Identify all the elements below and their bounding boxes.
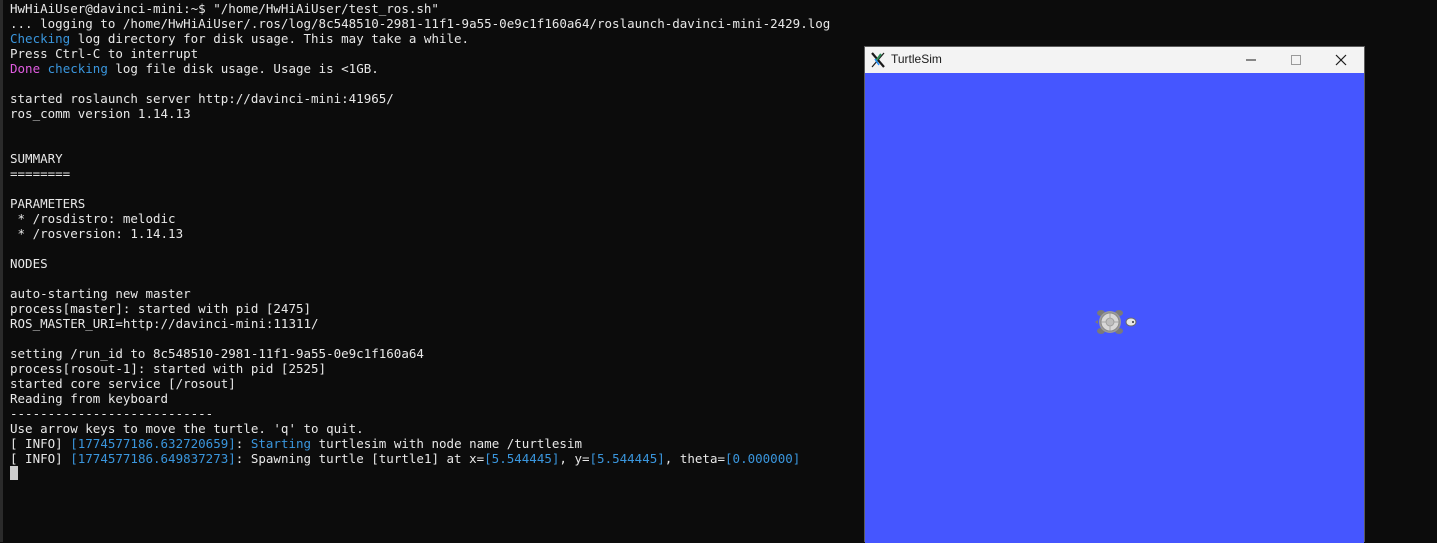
- terminal-text-segment: [1774577186.632720659]: [70, 436, 236, 451]
- terminal-line: process[rosout-1]: started with pid [252…: [10, 361, 830, 376]
- terminal-text-segment: ========: [10, 166, 71, 181]
- minimize-button[interactable]: [1228, 47, 1274, 73]
- terminal-line: PARAMETERS: [10, 196, 830, 211]
- terminal-text-segment: Done: [10, 61, 41, 76]
- terminal-line: started roslaunch server http://davinci-…: [10, 91, 830, 106]
- terminal-line: SUMMARY: [10, 151, 830, 166]
- x-logo-icon: [871, 52, 885, 68]
- terminal-text-segment: :: [235, 436, 251, 451]
- close-button[interactable]: [1318, 47, 1364, 73]
- terminal-output: HwHiAiUser@davinci-mini:~$ "/home/HwHiAi…: [10, 1, 830, 481]
- terminal-text-segment: started roslaunch server http://davinci-…: [10, 91, 394, 106]
- terminal-line: HwHiAiUser@davinci-mini:~$ "/home/HwHiAi…: [10, 1, 830, 16]
- terminal-text-segment: turtlesim with node name /turtlesim: [311, 436, 583, 451]
- terminal-text-segment: [1774577186.649837273]: [70, 451, 236, 466]
- terminal-line: ROS_MASTER_URI=http://davinci-mini:11311…: [10, 316, 830, 331]
- terminal-cursor-line: [10, 466, 830, 481]
- terminal-cursor: [10, 466, 18, 480]
- terminal-text-segment: ... logging to /home/HwHiAiUser/.ros/log…: [10, 16, 831, 31]
- terminal-text-segment: [0.000000]: [725, 451, 801, 466]
- terminal-text-segment: [ INFO]: [10, 436, 71, 451]
- terminal-text-segment: auto-starting new master: [10, 286, 191, 301]
- terminal-text-segment: Reading from keyboard: [10, 391, 169, 406]
- terminal-line: * /rosversion: 1.14.13: [10, 226, 830, 241]
- terminal-text-segment: ROS_MASTER_URI=http://davinci-mini:11311…: [10, 316, 319, 331]
- terminal-text-segment: PARAMETERS: [10, 196, 86, 211]
- terminal-text-segment: process[master]: started with pid [2475]: [10, 301, 312, 316]
- terminal-text-segment: log file disk usage. Usage is <1GB.: [107, 61, 379, 76]
- terminal-text-segment: log directory for disk usage. This may t…: [70, 31, 470, 46]
- terminal-text-segment: [ INFO]: [10, 451, 71, 466]
- terminal-line: process[master]: started with pid [2475]: [10, 301, 830, 316]
- terminal-line: started core service [/rosout]: [10, 376, 830, 391]
- terminal-text-segment: HwHiAiUser@davinci-mini:~$ "/home/HwHiAi…: [10, 1, 439, 16]
- terminal-text-segment: , y=: [559, 451, 590, 466]
- terminal-text-segment: [5.544445]: [484, 451, 560, 466]
- terminal-line: ... logging to /home/HwHiAiUser/.ros/log…: [10, 16, 830, 31]
- terminal-line: Done checking log file disk usage. Usage…: [10, 61, 830, 76]
- terminal-text-segment: ---------------------------: [10, 406, 214, 421]
- terminal-line: [ INFO] [1774577186.632720659]: Starting…: [10, 436, 830, 451]
- terminal-text-segment: * /rosdistro: melodic: [10, 211, 176, 226]
- terminal-line: Reading from keyboard: [10, 391, 830, 406]
- terminal-text-segment: started core service [/rosout]: [10, 376, 236, 391]
- terminal-text-segment: , theta=: [664, 451, 726, 466]
- turtlesim-window[interactable]: TurtleSim: [864, 46, 1365, 543]
- turtle-icon: [1095, 310, 1137, 334]
- terminal-line: setting /run_id to 8c548510-2981-11f1-9a…: [10, 346, 830, 361]
- terminal-text-segment: Use arrow keys to move the turtle. 'q' t…: [10, 421, 364, 436]
- minimize-icon: [1246, 59, 1256, 61]
- terminal-line: NODES: [10, 256, 830, 271]
- terminal-text-segment: Press Ctrl-C to interrupt: [10, 46, 199, 61]
- terminal-line: * /rosdistro: melodic: [10, 211, 830, 226]
- maximize-button[interactable]: [1273, 47, 1319, 73]
- terminal-text-segment: Starting: [250, 436, 312, 451]
- terminal-text-segment: Checking: [10, 31, 71, 46]
- turtlesim-canvas[interactable]: [865, 73, 1364, 543]
- terminal-text-segment: [5.544445]: [589, 451, 665, 466]
- terminal-text-segment: setting /run_id to 8c548510-2981-11f1-9a…: [10, 346, 424, 361]
- close-icon: [1335, 54, 1347, 66]
- terminal-text-segment: SUMMARY: [10, 151, 63, 166]
- terminal-line: ---------------------------: [10, 406, 830, 421]
- terminal-text-segment: process[rosout-1]: started with pid [252…: [10, 361, 327, 376]
- terminal-text-segment: : Spawning turtle [turtle1] at x=: [235, 451, 485, 466]
- turtlesim-titlebar[interactable]: TurtleSim: [865, 47, 1364, 73]
- maximize-icon: [1291, 55, 1301, 65]
- turtlesim-title: TurtleSim: [891, 52, 942, 66]
- terminal-line: ========: [10, 166, 830, 181]
- terminal-line: Press Ctrl-C to interrupt: [10, 46, 830, 61]
- terminal-line: auto-starting new master: [10, 286, 830, 301]
- terminal-line: ros_comm version 1.14.13: [10, 106, 830, 121]
- terminal-text-segment: NODES: [10, 256, 48, 271]
- terminal-line: [ INFO] [1774577186.649837273]: Spawning…: [10, 451, 830, 466]
- terminal-line: Checking log directory for disk usage. T…: [10, 31, 830, 46]
- terminal-text-segment: ros_comm version 1.14.13: [10, 106, 191, 121]
- terminal-text-segment: checking: [47, 61, 108, 76]
- terminal-line: Use arrow keys to move the turtle. 'q' t…: [10, 421, 830, 436]
- terminal-text-segment: * /rosversion: 1.14.13: [10, 226, 184, 241]
